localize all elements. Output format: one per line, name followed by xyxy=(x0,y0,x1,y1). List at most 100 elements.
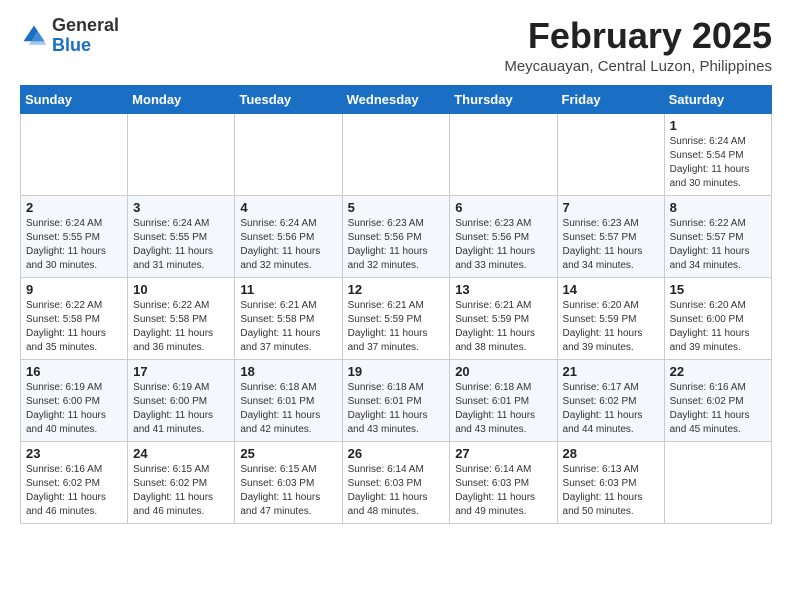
day-number: 1 xyxy=(670,118,766,133)
month-year-title: February 2025 xyxy=(504,16,772,56)
calendar-cell: 15 Sunrise: 6:20 AM Sunset: 6:00 PM Dayli… xyxy=(664,277,771,359)
day-number: 10 xyxy=(133,282,229,297)
calendar-cell: 8Sunrise: 6:22 AM Sunset: 5:57 PM Daylig… xyxy=(664,195,771,277)
page-header: General Blue February 2025 Meycauayan, C… xyxy=(20,16,772,75)
calendar-cell: 11Sunrise: 6:21 AM Sunset: 5:58 PM Dayli… xyxy=(235,277,342,359)
calendar-cell xyxy=(235,113,342,195)
day-number: 26 xyxy=(348,446,445,461)
day-info: Sunrise: 6:14 AM Sunset: 6:03 PM Dayligh… xyxy=(348,463,445,519)
day-number: 20 xyxy=(455,364,551,379)
calendar-cell xyxy=(557,113,664,195)
calendar-cell xyxy=(128,113,235,195)
day-number: 24 xyxy=(133,446,229,461)
day-number: 19 xyxy=(348,364,445,379)
days-of-week-row: SundayMondayTuesdayWednesdayThursdayFrid… xyxy=(21,85,772,113)
day-number: 14 xyxy=(563,282,659,297)
day-info: Sunrise: 6:21 AM Sunset: 5:59 PM Dayligh… xyxy=(348,299,445,355)
day-of-week-header: Tuesday xyxy=(235,85,342,113)
day-of-week-header: Friday xyxy=(557,85,664,113)
day-info: Sunrise: 6:22 AM Sunset: 5:58 PM Dayligh… xyxy=(133,299,229,355)
calendar-cell: 10 Sunrise: 6:22 AM Sunset: 5:58 PM Dayli… xyxy=(128,277,235,359)
calendar-week-row: 2 Sunrise: 6:24 AM Sunset: 5:55 PM Daylig… xyxy=(21,195,772,277)
day-number: 23 xyxy=(26,446,122,461)
day-info: Sunrise: 6:19 AM Sunset: 6:00 PM Dayligh… xyxy=(26,381,122,437)
day-number: 6 xyxy=(455,200,551,215)
calendar-cell: 7Sunrise: 6:23 AM Sunset: 5:57 PM Daylig… xyxy=(557,195,664,277)
day-number: 7 xyxy=(563,200,659,215)
calendar-cell: 23 Sunrise: 6:16 AM Sunset: 6:02 PM Dayli… xyxy=(21,441,128,523)
day-number: 15 xyxy=(670,282,766,297)
day-info: Sunrise: 6:18 AM Sunset: 6:01 PM Dayligh… xyxy=(240,381,336,437)
day-info: Sunrise: 6:15 AM Sunset: 6:03 PM Dayligh… xyxy=(240,463,336,519)
calendar-cell xyxy=(21,113,128,195)
calendar-cell: 24 Sunrise: 6:15 AM Sunset: 6:02 PM Dayli… xyxy=(128,441,235,523)
day-info: Sunrise: 6:21 AM Sunset: 5:59 PM Dayligh… xyxy=(455,299,551,355)
day-number: 11 xyxy=(240,282,336,297)
day-info: Sunrise: 6:13 AM Sunset: 6:03 PM Dayligh… xyxy=(563,463,659,519)
calendar-week-row: 9 Sunrise: 6:22 AM Sunset: 5:58 PM Daylig… xyxy=(21,277,772,359)
day-number: 17 xyxy=(133,364,229,379)
logo-general-text: General xyxy=(52,15,119,35)
calendar-cell: 26 Sunrise: 6:14 AM Sunset: 6:03 PM Dayli… xyxy=(342,441,450,523)
day-number: 4 xyxy=(240,200,336,215)
calendar-cell: 28 Sunrise: 6:13 AM Sunset: 6:03 PM Dayli… xyxy=(557,441,664,523)
calendar-cell: 16 Sunrise: 6:19 AM Sunset: 6:00 PM Dayli… xyxy=(21,359,128,441)
calendar-cell: 14 Sunrise: 6:20 AM Sunset: 5:59 PM Dayli… xyxy=(557,277,664,359)
calendar-header: SundayMondayTuesdayWednesdayThursdayFrid… xyxy=(21,85,772,113)
day-info: Sunrise: 6:19 AM Sunset: 6:00 PM Dayligh… xyxy=(133,381,229,437)
calendar-cell: 20 Sunrise: 6:18 AM Sunset: 6:01 PM Dayli… xyxy=(450,359,557,441)
day-info: Sunrise: 6:22 AM Sunset: 5:57 PM Dayligh… xyxy=(670,217,766,273)
day-info: Sunrise: 6:24 AM Sunset: 5:56 PM Dayligh… xyxy=(240,217,336,273)
day-number: 16 xyxy=(26,364,122,379)
calendar-cell: 21 Sunrise: 6:17 AM Sunset: 6:02 PM Dayli… xyxy=(557,359,664,441)
calendar-cell: 22Sunrise: 6:16 AM Sunset: 6:02 PM Dayli… xyxy=(664,359,771,441)
calendar-cell: 3 Sunrise: 6:24 AM Sunset: 5:55 PM Daylig… xyxy=(128,195,235,277)
day-number: 21 xyxy=(563,364,659,379)
calendar-cell: 9Sunrise: 6:22 AM Sunset: 5:58 PM Daylig… xyxy=(21,277,128,359)
day-of-week-header: Saturday xyxy=(664,85,771,113)
day-info: Sunrise: 6:24 AM Sunset: 5:55 PM Dayligh… xyxy=(133,217,229,273)
day-number: 28 xyxy=(563,446,659,461)
day-of-week-header: Wednesday xyxy=(342,85,450,113)
logo: General Blue xyxy=(20,16,119,56)
day-info: Sunrise: 6:15 AM Sunset: 6:02 PM Dayligh… xyxy=(133,463,229,519)
day-info: Sunrise: 6:23 AM Sunset: 5:56 PM Dayligh… xyxy=(455,217,551,273)
day-info: Sunrise: 6:20 AM Sunset: 6:00 PM Dayligh… xyxy=(670,299,766,355)
day-number: 5 xyxy=(348,200,445,215)
location-subtitle: Meycauayan, Central Luzon, Philippines xyxy=(504,58,772,75)
day-info: Sunrise: 6:16 AM Sunset: 6:02 PM Dayligh… xyxy=(26,463,122,519)
calendar-cell: 19 Sunrise: 6:18 AM Sunset: 6:01 PM Dayli… xyxy=(342,359,450,441)
day-info: Sunrise: 6:14 AM Sunset: 6:03 PM Dayligh… xyxy=(455,463,551,519)
calendar-cell: 4 Sunrise: 6:24 AM Sunset: 5:56 PM Daylig… xyxy=(235,195,342,277)
day-number: 18 xyxy=(240,364,336,379)
calendar-cell: 27Sunrise: 6:14 AM Sunset: 6:03 PM Dayli… xyxy=(450,441,557,523)
day-number: 2 xyxy=(26,200,122,215)
day-number: 12 xyxy=(348,282,445,297)
calendar-body: 1 Sunrise: 6:24 AM Sunset: 5:54 PM Daylig… xyxy=(21,113,772,523)
title-area: February 2025 Meycauayan, Central Luzon,… xyxy=(504,16,772,75)
day-info: Sunrise: 6:18 AM Sunset: 6:01 PM Dayligh… xyxy=(348,381,445,437)
day-info: Sunrise: 6:18 AM Sunset: 6:01 PM Dayligh… xyxy=(455,381,551,437)
calendar-week-row: 23 Sunrise: 6:16 AM Sunset: 6:02 PM Dayli… xyxy=(21,441,772,523)
day-number: 9 xyxy=(26,282,122,297)
day-info: Sunrise: 6:17 AM Sunset: 6:02 PM Dayligh… xyxy=(563,381,659,437)
calendar-cell: 17 Sunrise: 6:19 AM Sunset: 6:00 PM Dayli… xyxy=(128,359,235,441)
calendar-table: SundayMondayTuesdayWednesdayThursdayFrid… xyxy=(20,85,772,524)
logo-blue-text: Blue xyxy=(52,35,91,55)
day-info: Sunrise: 6:16 AM Sunset: 6:02 PM Dayligh… xyxy=(670,381,766,437)
day-of-week-header: Monday xyxy=(128,85,235,113)
day-info: Sunrise: 6:20 AM Sunset: 5:59 PM Dayligh… xyxy=(563,299,659,355)
calendar-cell: 13Sunrise: 6:21 AM Sunset: 5:59 PM Dayli… xyxy=(450,277,557,359)
calendar-cell: 18 Sunrise: 6:18 AM Sunset: 6:01 PM Dayli… xyxy=(235,359,342,441)
calendar-cell: 5Sunrise: 6:23 AM Sunset: 5:56 PM Daylig… xyxy=(342,195,450,277)
calendar-cell xyxy=(664,441,771,523)
calendar-cell: 25Sunrise: 6:15 AM Sunset: 6:03 PM Dayli… xyxy=(235,441,342,523)
day-info: Sunrise: 6:24 AM Sunset: 5:55 PM Dayligh… xyxy=(26,217,122,273)
day-of-week-header: Sunday xyxy=(21,85,128,113)
calendar-cell xyxy=(450,113,557,195)
calendar-cell: 1 Sunrise: 6:24 AM Sunset: 5:54 PM Daylig… xyxy=(664,113,771,195)
day-info: Sunrise: 6:24 AM Sunset: 5:54 PM Dayligh… xyxy=(670,135,766,191)
calendar-cell: 6 Sunrise: 6:23 AM Sunset: 5:56 PM Daylig… xyxy=(450,195,557,277)
calendar-week-row: 1 Sunrise: 6:24 AM Sunset: 5:54 PM Daylig… xyxy=(21,113,772,195)
day-number: 3 xyxy=(133,200,229,215)
